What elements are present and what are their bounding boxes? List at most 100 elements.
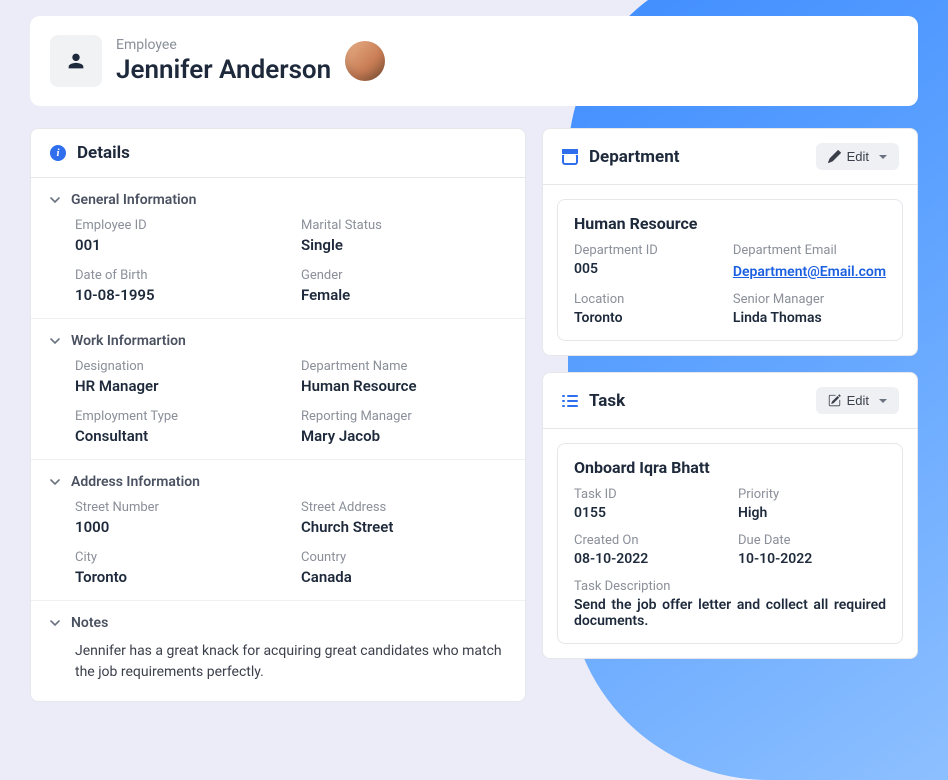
- field-gender: Gender Female: [301, 268, 507, 304]
- label: Employee ID: [75, 218, 281, 233]
- chevron-down-icon: [879, 399, 887, 403]
- department-sub-card: Human Resource Department ID005 Departme…: [557, 199, 903, 341]
- value: 10-10-2022: [738, 551, 886, 567]
- details-title: Details: [77, 143, 507, 163]
- department-icon: [561, 148, 579, 166]
- chevron-down-icon: [49, 476, 61, 488]
- field-task-description: Task Description Send the job offer lette…: [574, 579, 886, 629]
- task-sub-card: Onboard Iqra Bhatt Task ID 0155 PriorityH…: [557, 443, 903, 644]
- value: Canada: [301, 568, 507, 586]
- field-priority: PriorityHigh: [738, 487, 886, 521]
- section-toggle-address[interactable]: Address Information: [31, 460, 525, 500]
- field-due-date: Due Date 10-10-2022: [738, 533, 886, 567]
- field-department-name: Department Name Human Resource: [301, 359, 507, 395]
- pencil-square-icon: [828, 394, 841, 407]
- label: Department Name: [301, 359, 507, 374]
- task-title: Task: [589, 391, 816, 411]
- avatar: [345, 41, 385, 81]
- value: Linda Thomas: [733, 310, 886, 326]
- field-task-id: Task ID 0155: [574, 487, 722, 521]
- department-name: Human Resource: [574, 214, 886, 233]
- section-toggle-work[interactable]: Work Informartion: [31, 319, 525, 359]
- header-text: Employee Jennifer Anderson: [116, 37, 331, 85]
- label: Street Address: [301, 500, 507, 515]
- work-grid: Designation HR Manager Department Name Hum…: [31, 359, 525, 459]
- label: Department Email: [733, 243, 886, 258]
- pencil-icon: [828, 150, 841, 163]
- value: Send the job offer letter and collect al…: [574, 597, 886, 629]
- value: Toronto: [574, 310, 717, 326]
- page-title: Jennifer Anderson: [116, 55, 331, 85]
- chevron-down-icon: [879, 155, 887, 159]
- field-country: Country Canada: [301, 550, 507, 586]
- department-header: Department Edit: [543, 129, 917, 185]
- chevron-down-icon: [49, 335, 61, 347]
- section-toggle-general[interactable]: General Information: [31, 178, 525, 218]
- task-header: Task Edit: [543, 373, 917, 429]
- section-toggle-notes[interactable]: Notes: [31, 601, 525, 641]
- department-card: Department Edit Human Resource Departmen…: [542, 128, 918, 356]
- task-name: Onboard Iqra Bhatt: [574, 458, 886, 477]
- field-reporting-manager: Reporting Manager Mary Jacob: [301, 409, 507, 445]
- section-title-work: Work Informartion: [71, 333, 186, 349]
- section-title-address: Address Information: [71, 474, 200, 490]
- details-header: i Details: [31, 129, 525, 178]
- label: Department ID: [574, 243, 717, 258]
- label: Task Description: [574, 579, 886, 594]
- edit-department-button[interactable]: Edit: [816, 143, 899, 170]
- department-email-link[interactable]: Department@Email.com: [733, 264, 886, 280]
- chevron-down-icon: [49, 617, 61, 629]
- task-icon: [561, 392, 579, 410]
- value: Female: [301, 286, 507, 304]
- edit-task-button[interactable]: Edit: [816, 387, 899, 414]
- label: Senior Manager: [733, 292, 886, 307]
- value: 001: [75, 236, 281, 254]
- label: Marital Status: [301, 218, 507, 233]
- edit-label: Edit: [847, 393, 869, 408]
- label: Street Number: [75, 500, 281, 515]
- value: Mary Jacob: [301, 427, 507, 445]
- chevron-down-icon: [49, 194, 61, 206]
- section-title-general: General Information: [71, 192, 196, 208]
- value: Human Resource: [301, 377, 507, 395]
- field-marital-status: Marital Status Single: [301, 218, 507, 254]
- section-title-notes: Notes: [71, 615, 108, 631]
- field-employment-type: Employment Type Consultant: [75, 409, 281, 445]
- address-grid: Street Number 1000 Street Address Church S…: [31, 500, 525, 600]
- field-street-number: Street Number 1000: [75, 500, 281, 536]
- value: 08-10-2022: [574, 551, 722, 567]
- value: Church Street: [301, 518, 507, 536]
- value: 0155: [574, 505, 722, 521]
- field-senior-manager: Senior Manager Linda Thomas: [733, 292, 886, 326]
- field-city: CityToronto: [75, 550, 281, 586]
- value: High: [738, 505, 886, 521]
- label: Location: [574, 292, 717, 307]
- task-card: Task Edit Onboard Iqra Bhatt Task ID 0155…: [542, 372, 918, 659]
- field-designation: Designation HR Manager: [75, 359, 281, 395]
- label: Due Date: [738, 533, 886, 548]
- label: Country: [301, 550, 507, 565]
- value: HR Manager: [75, 377, 281, 395]
- value: Single: [301, 236, 507, 254]
- person-icon: [65, 50, 87, 72]
- value: Consultant: [75, 427, 281, 445]
- label: Date of Birth: [75, 268, 281, 283]
- label: City: [75, 550, 281, 565]
- label: Designation: [75, 359, 281, 374]
- label: Employment Type: [75, 409, 281, 424]
- field-location: Location Toronto: [574, 292, 717, 326]
- label: Gender: [301, 268, 507, 283]
- details-card: i Details General Information Employee I…: [30, 128, 526, 702]
- value: 1000: [75, 518, 281, 536]
- department-grid: Department ID005 Department Email Departm…: [574, 243, 886, 326]
- value: 10-08-1995: [75, 286, 281, 304]
- field-street-address: Street Address Church Street: [301, 500, 507, 536]
- label: Reporting Manager: [301, 409, 507, 424]
- field-department-id: Department ID005: [574, 243, 717, 280]
- label: Task ID: [574, 487, 722, 502]
- label: Created On: [574, 533, 722, 548]
- edit-label: Edit: [847, 149, 869, 164]
- employee-header-card: Employee Jennifer Anderson: [30, 16, 918, 106]
- department-title: Department: [589, 147, 816, 167]
- field-employee-id: Employee ID 001: [75, 218, 281, 254]
